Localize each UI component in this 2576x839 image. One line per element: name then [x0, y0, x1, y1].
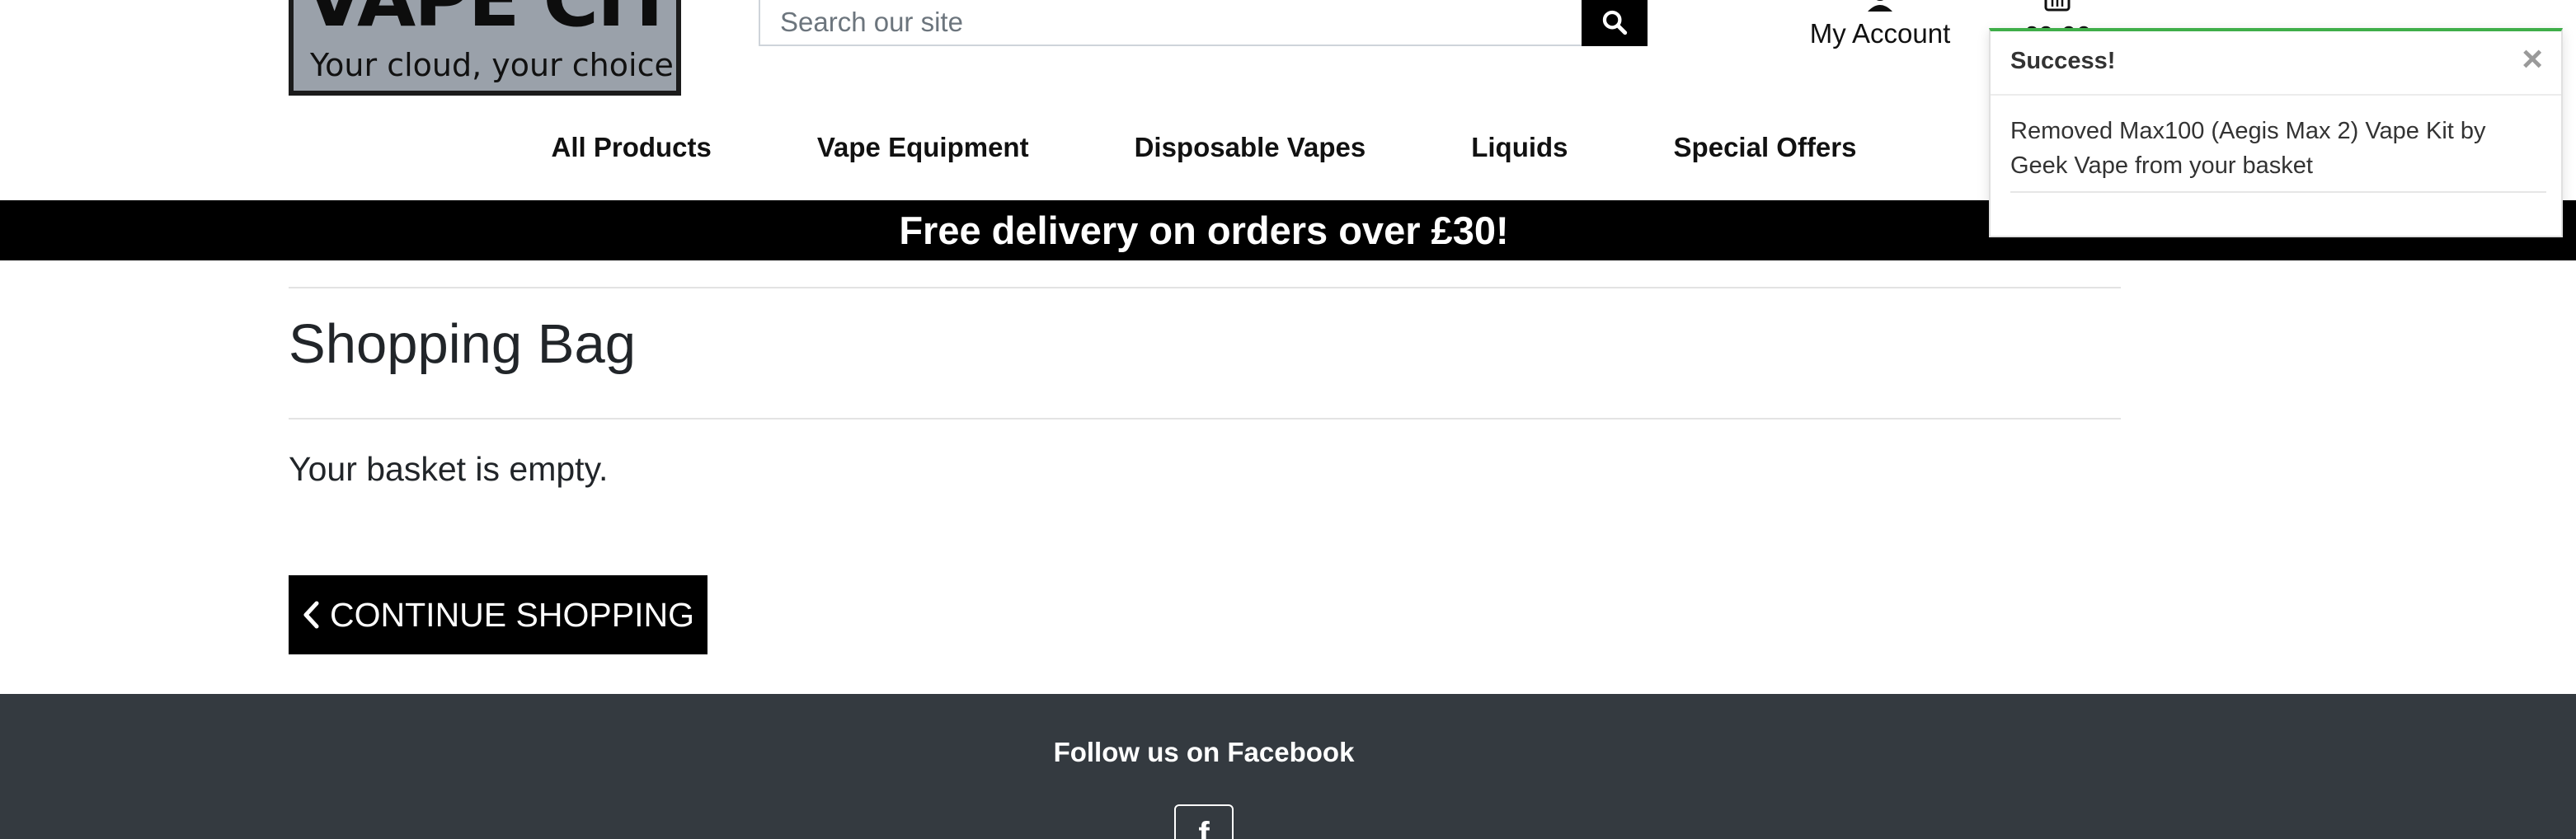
nav-item-special-offers[interactable]: Special Offers	[1621, 132, 1910, 163]
footer-heading: Follow us on Facebook	[1053, 737, 1355, 767]
close-icon[interactable]: ×	[2522, 41, 2543, 77]
empty-basket-message: Your basket is empty.	[289, 450, 609, 488]
footer: Follow us on Facebook f	[0, 694, 2576, 839]
divider	[289, 418, 2121, 420]
success-toast: Success! × Removed Max100 (Aegis Max 2) …	[1989, 28, 2563, 237]
search-button[interactable]	[1582, 0, 1648, 46]
continue-shopping-label: Continue Shopping	[330, 595, 694, 634]
facebook-icon: f	[1198, 816, 1210, 839]
search-box	[759, 0, 1583, 46]
basket-icon	[2044, 0, 2071, 12]
my-account-label: My Account	[1809, 18, 1951, 49]
nav-item-liquids[interactable]: Liquids	[1418, 132, 1620, 163]
toast-header: Success! ×	[1991, 31, 2561, 96]
toast-title: Success!	[2010, 48, 2116, 74]
page-title: Shopping Bag	[289, 313, 636, 375]
continue-shopping-button[interactable]: Continue Shopping	[289, 575, 707, 654]
facebook-link[interactable]: f	[1174, 804, 1234, 839]
page: VAPE CITY Your cloud, your choice My Acc…	[0, 0, 2576, 839]
nav-item-disposable-vapes[interactable]: Disposable Vapes	[1082, 132, 1419, 163]
user-icon	[1868, 0, 1892, 12]
search-input[interactable]	[760, 0, 1583, 45]
toast-divider	[2010, 191, 2546, 193]
logo-title: VAPE CITY	[305, 0, 676, 38]
my-account-link[interactable]: My Account	[1798, 0, 1963, 49]
nav-item-all-products[interactable]: All Products	[499, 132, 764, 163]
divider	[289, 287, 2121, 288]
search-icon	[1602, 10, 1628, 35]
chevron-left-icon	[303, 601, 319, 629]
toast-message: Removed Max100 (Aegis Max 2) Vape Kit by…	[2010, 118, 2486, 179]
logo-tagline: Your cloud, your choice	[310, 47, 674, 83]
nav-item-vape-equipment[interactable]: Vape Equipment	[764, 132, 1082, 163]
logo[interactable]: VAPE CITY Your cloud, your choice	[289, 0, 681, 96]
